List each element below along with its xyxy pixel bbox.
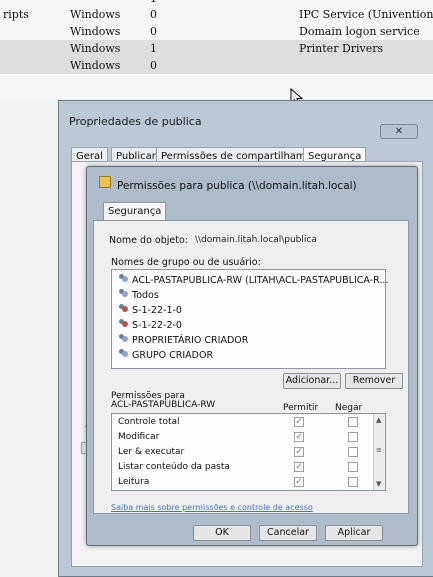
share-description: IPC Service (Univention ... bbox=[299, 8, 433, 21]
share-description: Domain logon service bbox=[299, 25, 420, 38]
deny-checkbox[interactable] bbox=[348, 477, 358, 487]
scroll-up-icon[interactable]: ▲ bbox=[376, 416, 381, 424]
group-name: GRUPO CRIADOR bbox=[132, 350, 214, 361]
object-name-label: Nome do objeto: bbox=[109, 235, 188, 246]
group-name: S-1-22-2-0 bbox=[132, 320, 182, 331]
dialog-title: Permissões para publica (\\domain.litah.… bbox=[117, 180, 357, 192]
permission-name: Listar conteúdo da pasta bbox=[118, 462, 230, 472]
list-item[interactable]: Windows 1 Printer Drivers bbox=[0, 40, 433, 57]
shares-list: 1 ripts Windows 0 IPC Service (Univentio… bbox=[0, 0, 433, 107]
allow-checkbox[interactable]: ✓ bbox=[294, 417, 304, 427]
object-name-value: \\domain.litah.local\publica bbox=[195, 235, 317, 245]
permission-name: Leitura bbox=[118, 477, 150, 487]
scroll-thumb-icon[interactable]: ≡ bbox=[376, 446, 382, 454]
group-list-item[interactable]: ACL-PASTAPUBLICA-RW (LITAH\ACL-PASTAPUBL… bbox=[118, 274, 388, 286]
remove-button[interactable]: Remover bbox=[345, 373, 403, 389]
group-icon bbox=[118, 274, 129, 284]
group-name: PROPRIETÁRIO CRIADOR bbox=[132, 335, 249, 346]
share-type: Windows bbox=[70, 8, 121, 21]
scroll-down-icon[interactable]: ▼ bbox=[376, 480, 381, 488]
allow-checkbox[interactable]: ✓ bbox=[294, 477, 304, 487]
dialog-title: Propriedades de publica bbox=[69, 115, 202, 128]
permission-name: Controle total bbox=[118, 417, 180, 427]
apply-button[interactable]: Aplicar bbox=[325, 525, 383, 541]
deny-column-header: Negar bbox=[335, 403, 363, 413]
share-count: 0 bbox=[150, 59, 157, 72]
share-count: 0 bbox=[150, 8, 157, 21]
ok-button[interactable]: OK bbox=[193, 525, 251, 541]
close-icon: ✕ bbox=[394, 126, 404, 137]
permission-row: Modificar ✓ bbox=[112, 430, 374, 445]
permission-name: Ler & executar bbox=[118, 447, 185, 457]
allow-checkbox[interactable]: ✓ bbox=[294, 447, 304, 457]
share-type: Windows bbox=[70, 42, 121, 55]
permissions-dialog: Permissões para publica (\\domain.litah.… bbox=[86, 166, 418, 546]
close-button[interactable]: ✕ bbox=[380, 124, 418, 139]
allow-checkbox[interactable]: ✓ bbox=[294, 432, 304, 442]
list-item[interactable]: ripts Windows 0 IPC Service (Univention … bbox=[0, 6, 433, 23]
groups-listbox[interactable]: ACL-PASTAPUBLICA-RW (LITAH\ACL-PASTAPUBL… bbox=[111, 269, 388, 369]
group-icon bbox=[118, 349, 129, 359]
share-name: ripts bbox=[3, 8, 29, 21]
learn-more-link[interactable]: Saiba mais sobre permissões e controle d… bbox=[111, 503, 313, 512]
group-icon bbox=[118, 334, 129, 344]
group-list-item[interactable]: GRUPO CRIADOR bbox=[118, 349, 213, 361]
tab-security[interactable]: Segurança bbox=[103, 202, 167, 221]
deny-checkbox[interactable] bbox=[348, 432, 358, 442]
share-count: 1 bbox=[150, 42, 157, 55]
group-icon bbox=[118, 289, 129, 299]
deny-checkbox[interactable] bbox=[348, 462, 358, 472]
list-item-partial: 1 bbox=[150, 0, 157, 5]
group-list-item[interactable]: Todos bbox=[118, 289, 159, 301]
group-list-item[interactable]: PROPRIETÁRIO CRIADOR bbox=[118, 334, 248, 346]
deny-checkbox[interactable] bbox=[348, 447, 358, 457]
permission-row: Leitura ✓ bbox=[112, 475, 374, 490]
permissions-listbox: Controle total ✓ Modificar ✓ Ler & execu… bbox=[111, 413, 386, 491]
folder-icon bbox=[99, 176, 111, 188]
scrollbar[interactable]: ▲ ≡ ▼ bbox=[373, 414, 385, 490]
group-name: Todos bbox=[132, 290, 159, 301]
permission-name: Modificar bbox=[118, 432, 160, 442]
unknown-user-icon bbox=[118, 319, 129, 329]
group-list-item[interactable]: S-1-22-2-0 bbox=[118, 319, 182, 331]
allow-column-header: Permitir bbox=[283, 403, 319, 413]
deny-checkbox[interactable] bbox=[348, 417, 358, 427]
group-name: S-1-22-1-0 bbox=[132, 305, 182, 316]
group-name: ACL-PASTAPUBLICA-RW (LITAH\ACL-PASTAPUBL… bbox=[132, 275, 389, 286]
permissions-group-name: ACL-PASTAPUBLICA-RW bbox=[111, 400, 216, 410]
share-description: Printer Drivers bbox=[299, 42, 384, 55]
list-item[interactable]: Windows 0 Domain logon service bbox=[0, 23, 433, 40]
unknown-user-icon bbox=[118, 304, 129, 314]
add-button[interactable]: Adicionar... bbox=[283, 373, 341, 389]
share-count: 0 bbox=[150, 25, 157, 38]
allow-checkbox[interactable]: ✓ bbox=[294, 462, 304, 472]
cancel-button[interactable]: Cancelar bbox=[259, 525, 317, 541]
permission-row: Ler & executar ✓ bbox=[112, 445, 374, 460]
groups-label: Nomes de grupo ou de usuário: bbox=[111, 257, 261, 268]
share-type: Windows bbox=[70, 59, 121, 72]
share-type: Windows bbox=[70, 25, 121, 38]
permission-row: Controle total ✓ bbox=[112, 415, 374, 430]
list-item[interactable]: Windows 0 bbox=[0, 57, 433, 74]
permission-row: Listar conteúdo da pasta ✓ bbox=[112, 460, 374, 475]
group-list-item[interactable]: S-1-22-1-0 bbox=[118, 304, 182, 316]
